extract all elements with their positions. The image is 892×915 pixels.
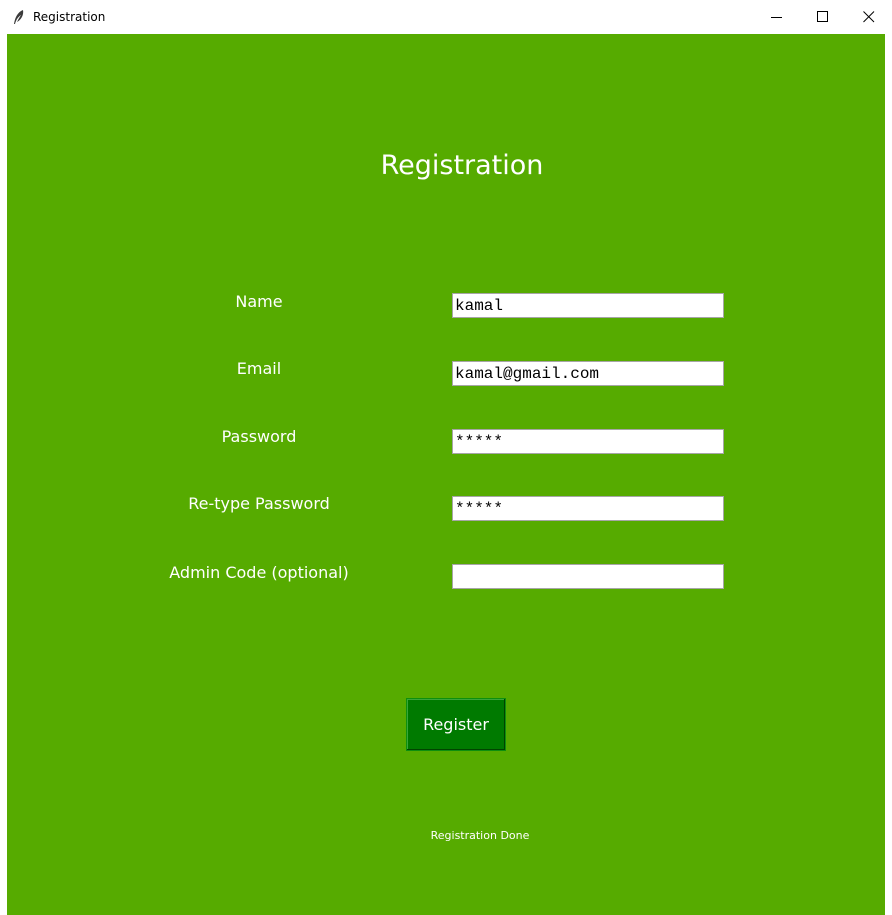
password-input[interactable] [452, 429, 724, 454]
register-button[interactable]: Register [406, 698, 506, 751]
admin-code-input[interactable] [452, 564, 724, 589]
maximize-button[interactable] [800, 0, 846, 34]
maximize-icon [817, 11, 828, 22]
retype-password-label: Re-type Password [188, 494, 330, 513]
status-message: Registration Done [430, 829, 530, 842]
retype-password-input[interactable] [452, 496, 724, 521]
app-window: Registration Registration Name Email Pas… [0, 0, 892, 915]
registration-form: Registration Name Email Password Re-type… [7, 34, 885, 915]
title-bar[interactable]: Registration [0, 0, 892, 34]
email-label: Email [236, 359, 282, 378]
minimize-button[interactable] [754, 0, 800, 34]
name-label: Name [235, 292, 283, 311]
close-icon [863, 11, 875, 23]
name-input[interactable] [452, 293, 724, 318]
password-label: Password [221, 427, 297, 446]
minimize-icon [771, 17, 782, 18]
page-title: Registration [380, 150, 544, 181]
close-button[interactable] [846, 0, 892, 34]
email-input[interactable] [452, 361, 724, 386]
feather-icon [14, 10, 24, 24]
admin-code-label: Admin Code (optional) [169, 563, 349, 582]
window-title: Registration [33, 10, 106, 24]
